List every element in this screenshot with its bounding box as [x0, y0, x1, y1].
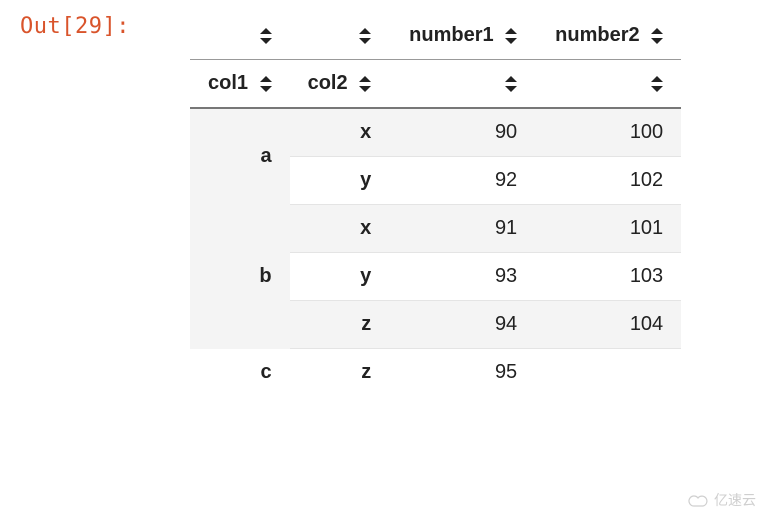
blank-header-1[interactable]: [190, 12, 290, 60]
col-header-number2[interactable]: number2: [535, 12, 681, 60]
index-col2-cell: z: [290, 301, 390, 349]
output-prompt: Out[29]:: [20, 12, 170, 39]
table-row: bx91101: [190, 205, 681, 253]
dataframe-table: number1 number2 col1 col2: [190, 12, 681, 396]
blank-subheader-1[interactable]: [389, 60, 535, 109]
sort-icon[interactable]: [651, 28, 663, 44]
col-header-number1[interactable]: number1: [389, 12, 535, 60]
index-col2-cell: y: [290, 253, 390, 301]
sort-icon[interactable]: [505, 28, 517, 44]
col-header-number2-label: number2: [555, 24, 639, 46]
index-col1-cell: b: [190, 205, 290, 349]
index-col2-cell: y: [290, 157, 390, 205]
sort-icon[interactable]: [359, 76, 371, 92]
column-header-row: number1 number2: [190, 12, 681, 60]
cell-number2: 100: [535, 108, 681, 157]
blank-header-2[interactable]: [290, 12, 390, 60]
index-header-row: col1 col2: [190, 60, 681, 109]
cell-number1: 91: [389, 205, 535, 253]
sort-icon[interactable]: [359, 28, 371, 44]
cell-number1: 92: [389, 157, 535, 205]
cell-number2: 103: [535, 253, 681, 301]
index-header-col1[interactable]: col1: [190, 60, 290, 109]
index-col2-cell: x: [290, 205, 390, 253]
table-row: cz95: [190, 349, 681, 397]
index-col2-cell: z: [290, 349, 390, 397]
dataframe-table-wrap: number1 number2 col1 col2: [190, 12, 681, 396]
cell-number1: 95: [389, 349, 535, 397]
table-row: ax90100: [190, 108, 681, 157]
index-col1-cell: a: [190, 108, 290, 205]
cell-number2: 101: [535, 205, 681, 253]
index-header-col2-label: col2: [308, 72, 348, 94]
col-header-number1-label: number1: [409, 24, 493, 46]
sort-icon[interactable]: [260, 28, 272, 44]
index-header-col1-label: col1: [208, 72, 248, 94]
sort-icon[interactable]: [651, 76, 663, 92]
table-body: ax90100y92102bx91101y93103z94104cz95: [190, 108, 681, 396]
cell-number2: 104: [535, 301, 681, 349]
index-col1-cell: c: [190, 349, 290, 397]
index-col2-cell: x: [290, 108, 390, 157]
sort-icon[interactable]: [260, 76, 272, 92]
cell-number2: 102: [535, 157, 681, 205]
cell-number2: [535, 349, 681, 397]
cell-number1: 93: [389, 253, 535, 301]
sort-icon[interactable]: [505, 76, 517, 92]
cell-number1: 90: [389, 108, 535, 157]
watermark: 亿速云: [688, 490, 756, 510]
index-header-col2[interactable]: col2: [290, 60, 390, 109]
cell-number1: 94: [389, 301, 535, 349]
watermark-text: 亿速云: [714, 492, 756, 508]
blank-subheader-2[interactable]: [535, 60, 681, 109]
